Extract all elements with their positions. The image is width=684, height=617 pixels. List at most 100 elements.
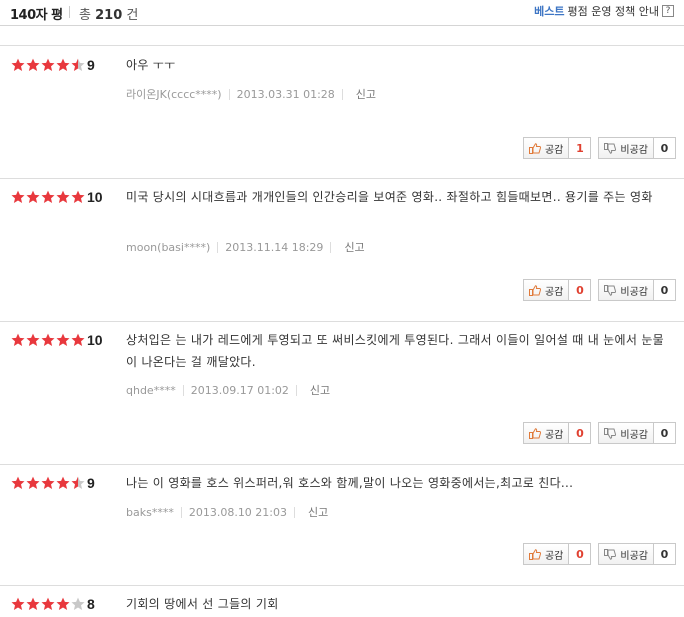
star-full-icon [71,333,85,347]
review-item: 9 나는 이 영화를 호스 위스퍼러,워 호스와 함께,말이 나오는 영화중에서… [0,464,684,579]
review-author[interactable]: qhde**** [126,384,176,397]
dislike-label: 비공감 [620,550,648,562]
dislike-label: 비공감 [620,429,648,441]
star-full-icon [11,58,25,72]
star-full-icon [41,190,55,204]
total-number: 210 [95,8,123,23]
dislike-count: 0 [654,543,676,565]
star-full-icon [41,58,55,72]
review-text: 나는 이 영화를 호스 위스퍼러,워 호스와 함께,말이 나오는 영화중에서는,… [126,476,574,490]
like-label: 공감 [544,550,564,562]
review-score: 9 [87,57,95,73]
star-full-icon [56,476,70,490]
report-link[interactable]: 신고 [310,382,330,398]
policy-link[interactable]: 베스트 평점 운영 정책 안내 ? [534,3,674,19]
total-suffix: 건 [126,8,139,23]
star-full-icon [56,597,70,611]
meta-divider [295,384,297,396]
star-full-icon [41,333,55,347]
review-meta: moon(basi****) 2013.11.14 18:29 신고 [126,239,365,255]
review-item: 10 미국 당시의 시대흐름과 개개인들의 인간승리을 보여준 영화.. 좌절하… [0,178,684,316]
star-full-icon [56,190,70,204]
review-text: 상처입은 는 내가 레드에게 투영되고 또 써비스킷에게 투영된다. 그래서 이… [126,333,664,369]
thumbs-up-icon [528,142,541,154]
like-count: 0 [569,422,592,444]
star-rating [11,333,86,347]
like-label: 공감 [544,429,564,441]
vote-group: 공감 0 비공감 0 [522,279,676,301]
star-half-icon [71,476,85,490]
report-link[interactable]: 신고 [356,86,376,102]
vote-group: 공감 0 비공감 0 [522,543,676,565]
star-full-icon [56,58,70,72]
like-count: 1 [569,137,592,159]
review-item: 8 기회의 땅에서 선 그들의 기회 [0,585,684,617]
star-half-icon [71,58,85,72]
review-text: 미국 당시의 시대흐름과 개개인들의 인간승리을 보여준 영화.. 좌절하고 힘… [126,190,653,204]
review-text: 아우 ㅜㅜ [126,58,176,72]
star-full-icon [11,476,25,490]
star-full-icon [26,597,40,611]
review-item: 9 아우 ㅜㅜ 라이온JK(cccc****) 2013.03.31 01:28… [0,45,684,172]
dislike-label: 비공감 [620,144,648,156]
star-full-icon [11,190,25,204]
thumbs-down-icon [604,142,617,154]
vote-group: 공감 1 비공감 0 [522,137,676,159]
review-score: 10 [87,332,103,348]
review-author[interactable]: baks**** [126,506,174,519]
review-item: 10 상처입은 는 내가 레드에게 투영되고 또 써비스킷에게 투영된다. 그래… [0,321,684,458]
review-author[interactable]: moon(basi****) [126,241,210,254]
star-full-icon [26,190,40,204]
dislike-button[interactable]: 비공감 [598,279,654,301]
meta-divider [228,88,230,100]
like-button[interactable]: 공감 [522,543,570,565]
dislike-count: 0 [654,422,676,444]
star-full-icon [41,476,55,490]
review-meta: baks**** 2013.08.10 21:03 신고 [126,504,328,520]
report-link[interactable]: 신고 [344,239,364,255]
dislike-label: 비공감 [620,286,648,298]
like-button[interactable]: 공감 [522,279,570,301]
review-date: 2013.03.31 01:28 [236,87,335,101]
thumbs-up-icon [528,284,541,296]
review-score: 10 [87,189,103,205]
star-full-icon [71,190,85,204]
review-header: 140자 평 총 210 건 베스트 평점 운영 정책 안내 ? [0,0,684,26]
vote-group: 공감 0 비공감 0 [522,422,676,444]
thumbs-down-icon [604,548,617,560]
dislike-count: 0 [654,137,676,159]
thumbs-down-icon [604,284,617,296]
star-full-icon [26,476,40,490]
like-button[interactable]: 공감 [522,422,570,444]
like-label: 공감 [544,286,564,298]
star-full-icon [26,58,40,72]
dislike-button[interactable]: 비공감 [598,422,654,444]
review-meta: qhde**** 2013.09.17 01:02 신고 [126,382,330,398]
review-date: 2013.09.17 01:02 [190,383,289,397]
star-full-icon [56,333,70,347]
review-date: 2013.11.14 18:29 [225,240,324,254]
dislike-button[interactable]: 비공감 [598,137,654,159]
star-rating [11,476,86,490]
thumbs-up-icon [528,548,541,560]
meta-divider [330,241,332,253]
star-full-icon [41,597,55,611]
star-rating [11,58,86,72]
star-full-icon [26,333,40,347]
total-count: 총 210 건 [79,4,138,23]
like-count: 0 [569,279,592,301]
dislike-button[interactable]: 비공감 [598,543,654,565]
review-date: 2013.08.10 21:03 [188,505,288,519]
star-full-icon [11,333,25,347]
section-title: 140자 평 [10,8,63,23]
dislike-count: 0 [654,279,676,301]
header-divider [69,6,70,18]
total-prefix: 총 [79,8,91,23]
meta-divider [182,384,184,396]
help-icon[interactable]: ? [662,5,674,17]
review-author[interactable]: 라이온JK(cccc****) [126,86,222,102]
report-link[interactable]: 신고 [308,504,328,520]
review-meta: 라이온JK(cccc****) 2013.03.31 01:28 신고 [126,86,376,102]
star-rating [11,597,86,611]
like-button[interactable]: 공감 [522,137,570,159]
